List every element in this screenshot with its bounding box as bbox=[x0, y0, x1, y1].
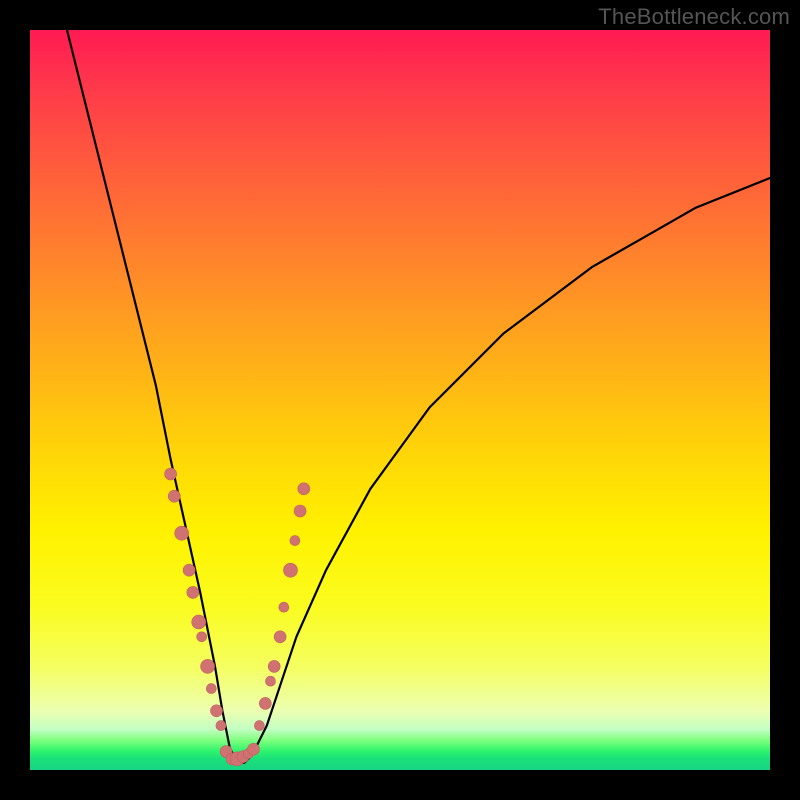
chart-svg bbox=[30, 30, 770, 770]
scatter-dot bbox=[216, 721, 226, 731]
scatter-dot bbox=[294, 505, 306, 517]
scatter-dot bbox=[259, 697, 271, 709]
scatter-dot bbox=[175, 526, 189, 540]
scatter-dot bbox=[197, 632, 207, 642]
scatter-dots bbox=[165, 468, 310, 766]
scatter-dot bbox=[298, 483, 310, 495]
scatter-dot bbox=[168, 490, 180, 502]
scatter-dot bbox=[210, 705, 222, 717]
watermark-text: TheBottleneck.com bbox=[598, 4, 790, 30]
scatter-dot bbox=[254, 721, 264, 731]
plot-area bbox=[30, 30, 770, 770]
scatter-dot bbox=[187, 586, 199, 598]
scatter-dot bbox=[201, 659, 215, 673]
bottleneck-curve bbox=[67, 30, 770, 763]
scatter-dot bbox=[206, 684, 216, 694]
scatter-dot bbox=[268, 660, 280, 672]
scatter-dot bbox=[165, 468, 177, 480]
scatter-dot bbox=[279, 602, 289, 612]
scatter-dot bbox=[183, 564, 195, 576]
chart-container: TheBottleneck.com bbox=[0, 0, 800, 800]
scatter-dot bbox=[266, 676, 276, 686]
scatter-dot bbox=[290, 536, 300, 546]
scatter-dot bbox=[192, 615, 206, 629]
scatter-dot bbox=[283, 563, 297, 577]
scatter-dot bbox=[274, 631, 286, 643]
scatter-dot bbox=[247, 743, 259, 755]
